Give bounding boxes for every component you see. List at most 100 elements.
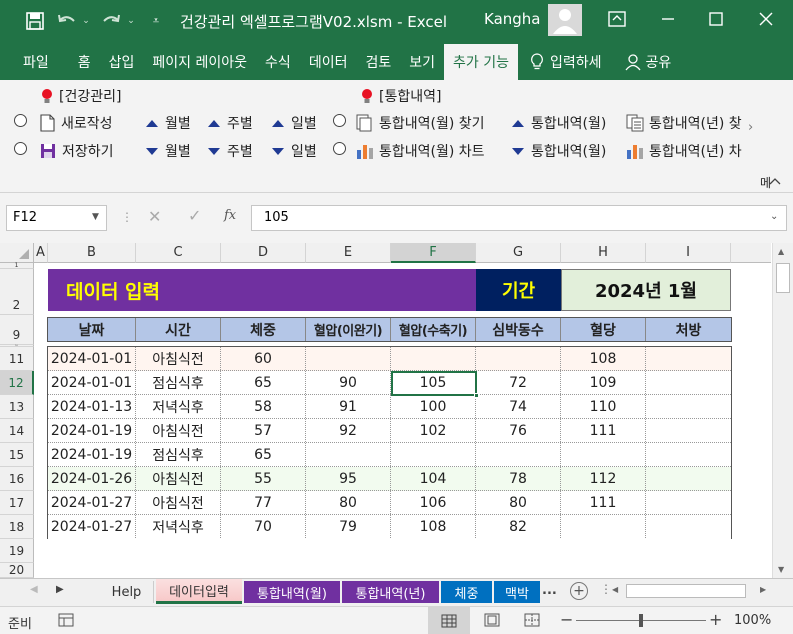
cell-blood-sugar[interactable]: 111 (561, 491, 646, 514)
find-monthly-button[interactable]: 통합내역(월) 찾기 (356, 113, 485, 133)
zoom-slider[interactable] (576, 614, 706, 627)
redo-icon[interactable] (100, 10, 122, 32)
zoom-out-icon[interactable]: − (560, 610, 573, 629)
daily-up-button[interactable]: 일별 (272, 113, 317, 133)
cell-time[interactable]: 저녁식후 (136, 395, 221, 418)
tell-me-search[interactable]: 입력하세 (518, 44, 611, 80)
horizontal-scrollbar[interactable]: ◀ ▶ (612, 583, 772, 600)
cell-bp-diastolic[interactable]: 91 (306, 395, 391, 418)
cell-heart-rate[interactable]: 78 (476, 467, 561, 490)
vertical-scrollbar[interactable]: ▲ ▼ (772, 243, 793, 578)
cell-prescription[interactable] (646, 491, 732, 514)
scroll-up-icon[interactable]: ▲ (778, 247, 784, 256)
undo-dropdown-icon[interactable]: ⌄ (80, 10, 92, 32)
cell-blood-sugar[interactable] (561, 515, 646, 538)
cell-time[interactable]: 아침식전 (136, 347, 221, 370)
chart-yearly-button[interactable]: 통합내역(년) 차 (626, 141, 742, 161)
cell-time[interactable]: 아침식전 (136, 467, 221, 490)
cancel-icon[interactable]: ✕ (148, 207, 161, 226)
weekly-down-button[interactable]: 주별 (208, 141, 253, 161)
horizontal-scroll-thumb[interactable] (626, 584, 746, 598)
scroll-down-icon[interactable]: ▼ (778, 565, 784, 574)
row-header[interactable]: 13 (0, 395, 34, 419)
name-box-dropdown-icon[interactable]: ▼ (92, 212, 99, 222)
scroll-tabs-right-icon[interactable]: ▶ (56, 584, 64, 595)
cell-date[interactable]: 2024-01-01 (48, 371, 136, 394)
cell-heart-rate[interactable]: 76 (476, 419, 561, 442)
cell-blood-sugar[interactable]: 108 (561, 347, 646, 370)
cell-heart-rate[interactable]: 74 (476, 395, 561, 418)
cell-bp-diastolic[interactable] (306, 347, 391, 370)
column-header[interactable]: B (48, 243, 136, 263)
cell-bp-systolic[interactable]: 102 (391, 419, 476, 442)
cell-date[interactable]: 2024-01-19 (48, 419, 136, 442)
column-header[interactable]: C (136, 243, 221, 263)
monthly-down-button[interactable]: 월별 (146, 141, 191, 161)
cell-heart-rate[interactable] (476, 347, 561, 370)
add-sheet-icon[interactable]: + (570, 582, 588, 600)
cell-date[interactable]: 2024-01-19 (48, 443, 136, 466)
row-header[interactable]: 15 (0, 443, 34, 467)
minimize-button[interactable] (654, 8, 682, 30)
ribbon-display-icon[interactable] (604, 8, 630, 30)
normal-view-icon[interactable] (428, 607, 470, 634)
cell-bp-diastolic[interactable]: 79 (306, 515, 391, 538)
cell-weight[interactable]: 58 (221, 395, 306, 418)
collapse-ribbon-icon[interactable] (768, 176, 782, 186)
row-header[interactable]: 20 (0, 563, 34, 578)
period-value[interactable]: 2024년 1월 (561, 269, 731, 311)
row-header[interactable]: 12 (0, 371, 34, 395)
row-header[interactable]: 2 (0, 269, 34, 315)
find-monthly-radio[interactable] (333, 114, 346, 127)
tab-add-ins[interactable]: 추가 기능 (443, 44, 518, 80)
cell-prescription[interactable] (646, 347, 732, 370)
insert-function-icon[interactable]: fx (224, 208, 236, 223)
chart-monthly-button[interactable]: 통합내역(월) 차트 (356, 141, 485, 161)
new-button[interactable]: 새로작성 (40, 113, 113, 133)
sheet-tab-weight[interactable]: 체중 (441, 581, 492, 603)
cell-weight[interactable]: 55 (221, 467, 306, 490)
cell-heart-rate[interactable]: 80 (476, 491, 561, 514)
cell-bp-diastolic[interactable]: 90 (306, 371, 391, 394)
tab-file[interactable]: 파일 (14, 44, 69, 80)
page-break-view-icon[interactable] (524, 613, 540, 631)
column-header[interactable]: F (391, 243, 476, 263)
column-header[interactable]: I (646, 243, 731, 263)
share-button[interactable]: 공유 (611, 44, 681, 80)
sheet-tab-pulse[interactable]: 맥박 (494, 581, 540, 603)
sheet-tab-data-entry[interactable]: 데이터입력 (156, 579, 242, 604)
expand-formula-icon[interactable]: ⌄ (770, 211, 778, 222)
cell-prescription[interactable] (646, 443, 732, 466)
zoom-level[interactable]: 100% (734, 613, 771, 628)
cell-time[interactable]: 점심식후 (136, 443, 221, 466)
cell-bp-diastolic[interactable]: 95 (306, 467, 391, 490)
cell-date[interactable]: 2024-01-26 (48, 467, 136, 490)
tab-review[interactable]: 검토 (356, 44, 400, 80)
scroll-left-icon[interactable]: ◀ (612, 585, 618, 594)
scroll-right-icon[interactable]: ▶ (760, 585, 766, 594)
cell-bp-systolic[interactable]: 104 (391, 467, 476, 490)
page-layout-view-icon[interactable] (484, 613, 500, 631)
more-sheets-icon[interactable]: ... (542, 583, 557, 598)
cell-time[interactable]: 아침식전 (136, 491, 221, 514)
avatar[interactable] (548, 4, 582, 36)
tab-view[interactable]: 보기 (400, 44, 444, 80)
macro-record-icon[interactable] (58, 613, 74, 631)
cell-bp-systolic[interactable] (391, 347, 476, 370)
chart-monthly-radio[interactable] (333, 142, 346, 155)
column-header[interactable]: A (34, 243, 48, 263)
cell-time[interactable]: 저녁식후 (136, 515, 221, 538)
row-header[interactable]: 19 (0, 539, 34, 563)
cell-date[interactable]: 2024-01-27 (48, 515, 136, 538)
cell-bp-diastolic[interactable]: 80 (306, 491, 391, 514)
cell-weight[interactable]: 70 (221, 515, 306, 538)
column-header[interactable]: E (306, 243, 391, 263)
cell-bp-systolic[interactable]: 106 (391, 491, 476, 514)
sheet-tab-monthly-summary[interactable]: 통합내역(월) (244, 581, 340, 603)
fill-handle[interactable] (474, 393, 479, 398)
summary-monthly-up-button[interactable]: 통합내역(월) (512, 113, 606, 133)
cell-bp-systolic[interactable]: 108 (391, 515, 476, 538)
cell-blood-sugar[interactable]: 112 (561, 467, 646, 490)
zoom-in-icon[interactable]: + (709, 610, 722, 629)
cell-bp-diastolic[interactable] (306, 443, 391, 466)
